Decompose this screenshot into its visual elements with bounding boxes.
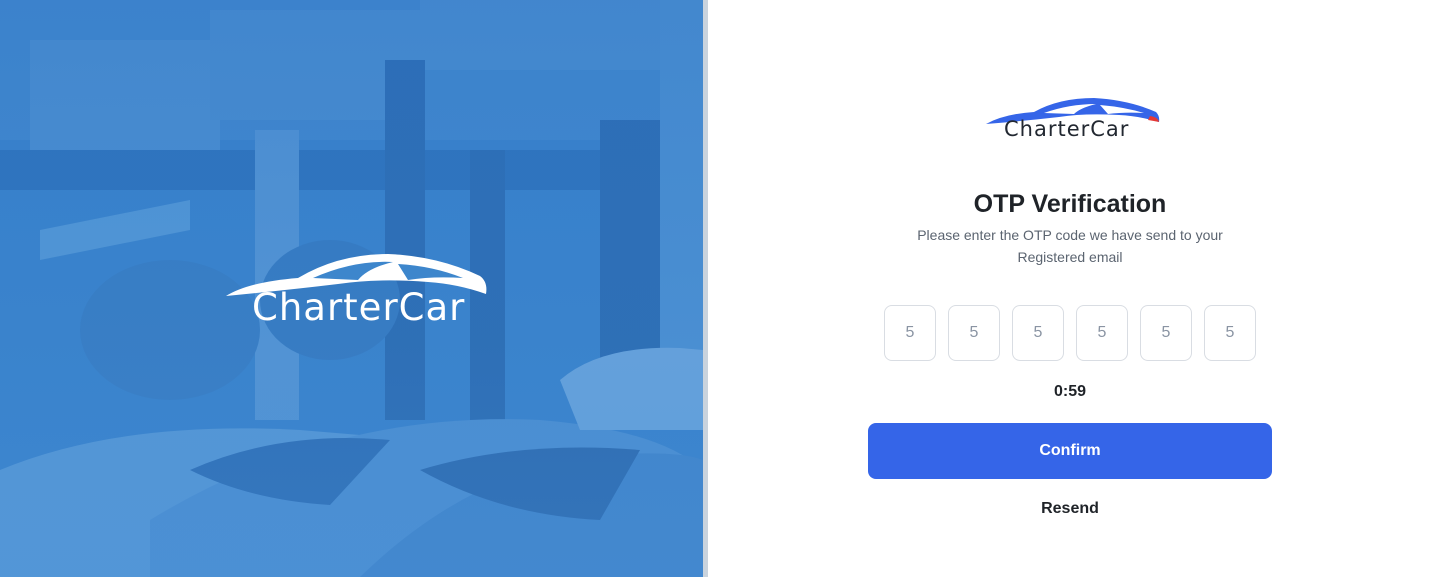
otp-digit-6[interactable]: 5 xyxy=(1204,305,1256,361)
resend-link[interactable]: Resend xyxy=(708,500,1432,518)
otp-digit-3[interactable]: 5 xyxy=(1012,305,1064,361)
hero-panel: CharterCar xyxy=(0,0,703,577)
page-subtitle: Please enter the OTP code we have send t… xyxy=(917,227,1223,265)
hero-logo: CharterCar xyxy=(218,248,490,332)
otp-digit-4[interactable]: 5 xyxy=(1076,305,1128,361)
hero-brand-name: CharterCar xyxy=(252,286,466,329)
otp-digit-2[interactable]: 5 xyxy=(948,305,1000,361)
confirm-button[interactable]: Confirm xyxy=(868,423,1272,479)
otp-digit-5[interactable]: 5 xyxy=(1140,305,1192,361)
page-title: OTP Verification xyxy=(973,190,1167,218)
brand-name: CharterCar xyxy=(1004,117,1130,141)
otp-panel: CharterCar OTP Verification Please enter… xyxy=(708,0,1440,577)
countdown-timer: 0:59 xyxy=(1053,383,1087,400)
otp-input-group: 5 5 5 5 5 5 xyxy=(884,305,1256,361)
brand-logo: CharterCar xyxy=(984,96,1162,144)
otp-digit-1[interactable]: 5 xyxy=(884,305,936,361)
